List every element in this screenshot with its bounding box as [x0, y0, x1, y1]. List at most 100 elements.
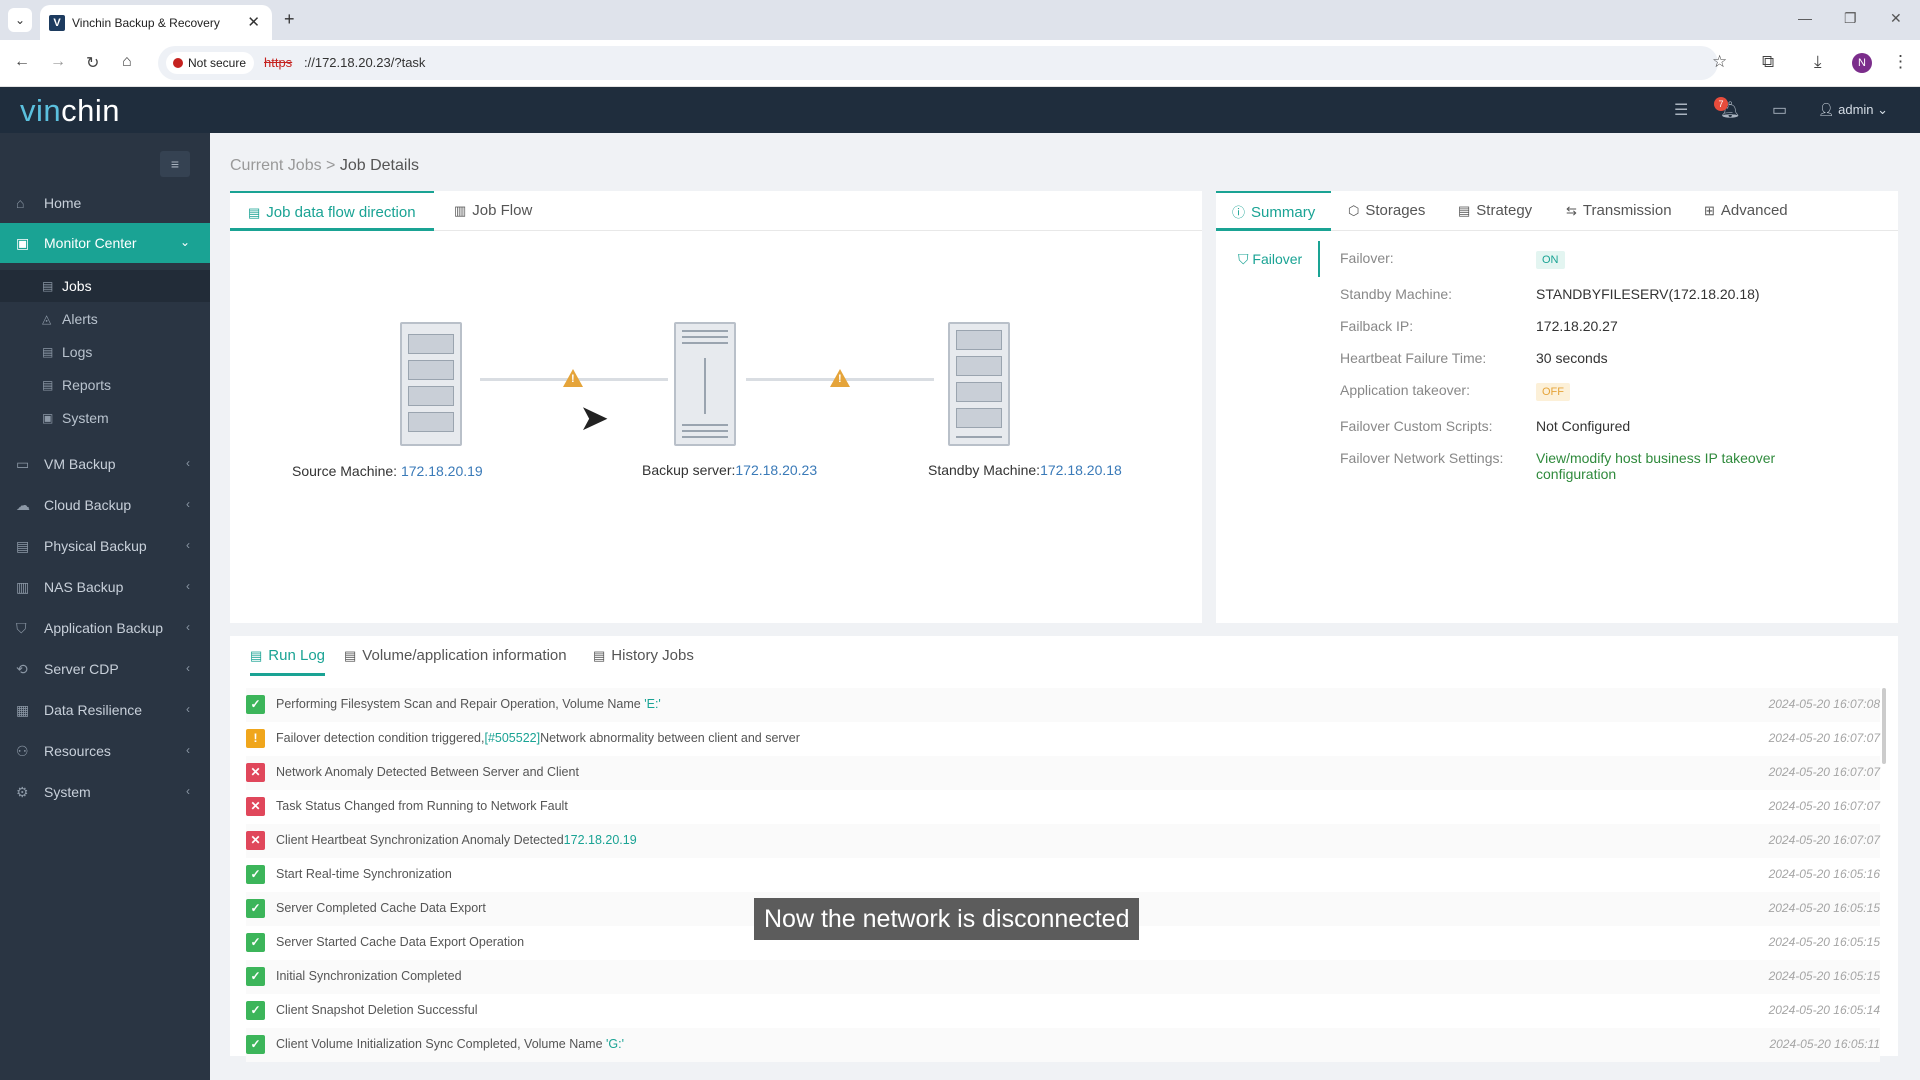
log-message: Initial Synchronization Completed: [276, 969, 462, 983]
sidebar-item-cloud-backup[interactable]: ☁ Cloud Backup ‹: [0, 485, 210, 525]
resources-icon: ⚇: [16, 743, 29, 759]
sidebar-item-physical-backup[interactable]: ▤ Physical Backup ‹: [0, 526, 210, 566]
profile-avatar[interactable]: N: [1852, 53, 1872, 73]
breadcrumb-current-jobs[interactable]: Current Jobs: [230, 157, 322, 174]
browser-menu-icon[interactable]: ⋮: [1892, 52, 1909, 72]
not-secure-chip[interactable]: Not secure: [166, 52, 255, 74]
sidebar-sub-reports[interactable]: ▤ Reports: [0, 369, 210, 401]
breadcrumb: Current Jobs > Job Details: [230, 157, 419, 175]
monitor-icon[interactable]: ▭: [1772, 100, 1787, 120]
sidebar-item-monitor-center[interactable]: ▣ Monitor Center ⌄: [0, 223, 210, 263]
error-icon: ✕: [246, 797, 265, 816]
browser-tab[interactable]: V Vinchin Backup & Recovery ✕: [40, 5, 272, 40]
log-message: Client Volume Initialization Sync Comple…: [276, 1037, 624, 1051]
status-badge-off: OFF: [1536, 383, 1570, 401]
app-header: vinchin ☰ 🔔︎ 7 ▭ 👤︎ admin ⌄: [0, 87, 1920, 133]
log-timestamp: 2024-05-20 16:07:07: [1768, 833, 1880, 847]
tab-storages[interactable]: ⬡ Storages: [1348, 191, 1425, 231]
info-icon: ⓘ: [1232, 205, 1246, 220]
check-icon: ✓: [246, 933, 265, 952]
sidebar-item-server-cdp[interactable]: ⟲ Server CDP ‹: [0, 649, 210, 689]
browser-tabbar: ⌄ V Vinchin Backup & Recovery ✕ + — ❐ ✕: [0, 0, 1920, 40]
restore-icon[interactable]: ❐: [1844, 10, 1857, 27]
tab-advanced[interactable]: ⊞ Advanced: [1704, 191, 1788, 231]
log-row: ✓ Initial Synchronization Completed 2024-0…: [246, 960, 1880, 994]
log-timestamp: 2024-05-20 16:05:14: [1768, 1003, 1880, 1017]
vinchin-logo[interactable]: vinchin: [20, 93, 120, 129]
tab-job-flow[interactable]: ▥ Job Flow: [454, 191, 532, 231]
source-machine-label: Source Machine: 172.18.20.19: [292, 463, 483, 479]
user-name: admin: [1838, 102, 1874, 117]
sidebar-sub-label: Jobs: [62, 278, 92, 294]
log-row: ✓ Performing Filesystem Scan and Repair O…: [246, 688, 1880, 722]
nas-icon: ▥: [16, 579, 30, 595]
url-field[interactable]: Not secure https ://172.18.20.23/?task: [158, 46, 1718, 80]
log-timestamp: 2024-05-20 16:05:11: [1769, 1037, 1880, 1051]
close-tab-icon[interactable]: ✕: [247, 13, 260, 31]
reports-icon: ▤: [42, 378, 54, 392]
volume-icon: ▤: [344, 648, 357, 663]
tab-search-icon[interactable]: ⌄: [8, 8, 32, 32]
download-icon[interactable]: ⤓: [1814, 52, 1822, 72]
chevron-left-icon: ‹: [186, 620, 190, 634]
side-tab-failover[interactable]: ⛉ Failover: [1224, 241, 1320, 277]
flow-icon: ▤: [248, 205, 261, 220]
close-window-icon[interactable]: ✕: [1890, 10, 1902, 27]
history-icon: ▤: [593, 648, 606, 663]
tab-title: Vinchin Backup & Recovery: [72, 16, 220, 30]
log-message: Client Heartbeat Synchronization Anomaly…: [276, 833, 637, 847]
sidebar-item-application-backup[interactable]: ⛉ Application Backup ‹: [0, 608, 210, 648]
new-tab-icon[interactable]: +: [284, 9, 295, 30]
tab-run-log[interactable]: ▤ Run Log: [250, 636, 326, 676]
log-message: Start Real-time Synchronization: [276, 867, 452, 881]
minimize-icon[interactable]: —: [1798, 10, 1812, 26]
sidebar-sub-alerts[interactable]: ◬ Alerts: [0, 303, 210, 335]
task-list-icon[interactable]: ☰: [1674, 100, 1688, 120]
not-secure-label: Not secure: [188, 56, 247, 70]
reload-icon[interactable]: ↻: [86, 53, 99, 73]
chevron-left-icon: ‹: [186, 743, 190, 757]
sidebar-item-data-resilience[interactable]: ▦ Data Resilience ‹: [0, 690, 210, 730]
extensions-icon[interactable]: ⧉: [1762, 52, 1774, 72]
warning-icon: !: [246, 729, 265, 748]
sidebar-item-nas-backup[interactable]: ▥ NAS Backup ‹: [0, 567, 210, 607]
sidebar-item-label: Application Backup: [44, 620, 164, 636]
network-settings-link[interactable]: View/modify host business IP takeover con…: [1536, 450, 1775, 482]
sidebar-sub-label: Reports: [62, 377, 112, 393]
forward-icon[interactable]: →: [50, 53, 66, 71]
tab-strategy[interactable]: ▤ Strategy: [1458, 191, 1532, 231]
tab-transmission[interactable]: ⇆ Transmission: [1566, 191, 1672, 231]
error-icon: ✕: [246, 831, 265, 850]
video-caption: Now the network is disconnected: [754, 898, 1140, 940]
sidebar-item-home[interactable]: ⌂ Home: [0, 183, 210, 223]
standby-ip-link[interactable]: 172.18.20.18: [1040, 462, 1122, 478]
log-timestamp: 2024-05-20 16:07:08: [1768, 697, 1880, 711]
sidebar-sub-jobs[interactable]: ▤ Jobs: [0, 270, 210, 302]
sidebar-item-resources[interactable]: ⚇ Resources ‹: [0, 731, 210, 771]
home-icon[interactable]: ⌂: [122, 53, 132, 71]
sidebar-item-system[interactable]: ⚙ System ‹: [0, 772, 210, 812]
sidebar-toggle-icon[interactable]: ≡: [160, 151, 190, 177]
tab-summary[interactable]: ⓘ Summary: [1216, 191, 1332, 231]
tab-job-data-flow[interactable]: ▤ Job data flow direction: [230, 191, 434, 231]
home-icon: ⌂: [16, 195, 25, 211]
log-message: Client Snapshot Deletion Successful: [276, 1003, 478, 1017]
backup-server-icon: [674, 322, 736, 446]
logs-icon: ▤: [42, 345, 54, 359]
tab-history-jobs[interactable]: ▤ History Jobs: [593, 636, 694, 676]
sidebar-sub-logs[interactable]: ▤ Logs: [0, 336, 210, 368]
source-ip-link[interactable]: 172.18.20.19: [401, 463, 483, 479]
log-row: ✕ Network Anomaly Detected Between Server…: [246, 756, 1880, 790]
log-scrollbar[interactable]: [1882, 688, 1886, 764]
user-menu[interactable]: 👤︎ admin ⌄: [1818, 102, 1888, 118]
advanced-icon: ⊞: [1704, 203, 1715, 218]
tab-volume-info[interactable]: ▤ Volume/application information: [344, 636, 567, 676]
shield-icon: ⛉: [16, 620, 27, 636]
log-row: ✓ Client Volume Initialization Sync Compl…: [246, 1028, 1880, 1062]
sidebar-sub-system[interactable]: ▣ System: [0, 402, 210, 434]
sidebar-item-vm-backup[interactable]: ▭ VM Backup ‹: [0, 444, 210, 484]
backup-ip-link[interactable]: 172.18.20.23: [735, 462, 817, 478]
bookmark-star-icon[interactable]: ☆: [1712, 52, 1727, 72]
back-icon[interactable]: ←: [14, 53, 30, 71]
check-icon: ✓: [246, 865, 265, 884]
